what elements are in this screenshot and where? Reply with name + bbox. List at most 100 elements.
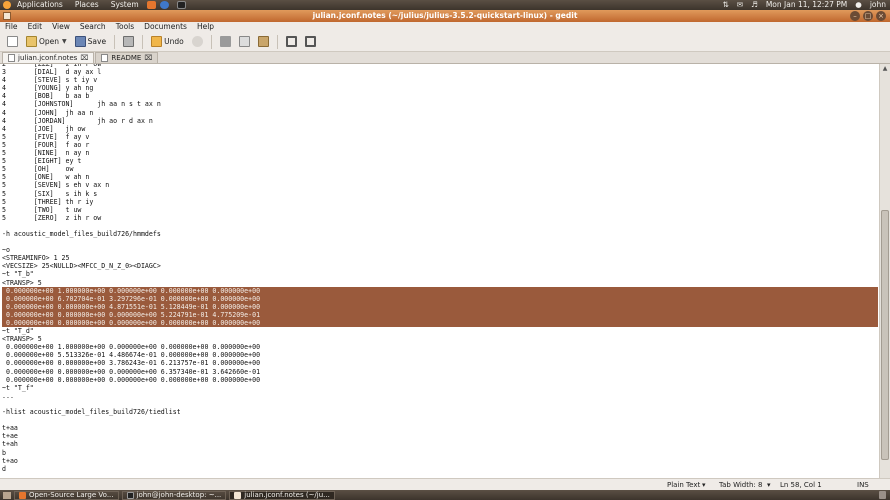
menu-view[interactable]: View — [47, 22, 75, 32]
scrollbar-thumb[interactable] — [881, 210, 889, 460]
editor-line[interactable]: -hlist acoustic_model_files_build726/tie… — [2, 408, 878, 416]
editor-line[interactable]: t+aa — [2, 424, 878, 432]
editor-line[interactable] — [2, 222, 878, 230]
editor-line[interactable] — [2, 416, 878, 424]
editor-line[interactable]: 4 [JORDAN] jh ao r d ax n — [2, 117, 878, 125]
menu-edit[interactable]: Edit — [23, 22, 48, 32]
scroll-up-icon[interactable]: ▲ — [880, 64, 890, 74]
menu-search[interactable]: Search — [75, 22, 111, 32]
editor-line[interactable]: ... — [2, 392, 878, 400]
editor-line[interactable]: ~t "T_d" — [2, 327, 878, 335]
menu-tools[interactable]: Tools — [111, 22, 139, 32]
new-button[interactable] — [3, 34, 22, 50]
vertical-scrollbar[interactable]: ▲ — [879, 64, 890, 478]
editor-line[interactable]: <STREAMINFO> 1 25 — [2, 254, 878, 262]
taskbar-item-browser[interactable]: Open-Source Large Vo... — [14, 490, 119, 500]
editor-line[interactable]: 0.000000e+00 0.000000e+00 0.000000e+00 6… — [2, 368, 878, 376]
editor-line[interactable]: b — [2, 449, 878, 457]
editor-line[interactable]: 5 [SIX] s ih k s — [2, 190, 878, 198]
editor-line-selected[interactable]: 0.000000e+00 0.000000e+00 4.871551e-01 5… — [2, 302, 878, 311]
editor-line[interactable]: <VECSIZE> 25<NULLD><MFCC_D_N_Z_0><DIAGC> — [2, 262, 878, 270]
editor-line[interactable]: 5 [ONE] w ah n — [2, 173, 878, 181]
print-button[interactable] — [119, 34, 138, 50]
editor-line[interactable]: 0.000000e+00 5.513326e-01 4.486674e-01 0… — [2, 351, 878, 359]
menu-help[interactable]: Help — [192, 22, 219, 32]
editor-line[interactable]: 4 [BOB] b aa b — [2, 92, 878, 100]
close-button[interactable]: × — [876, 11, 886, 21]
text-editor[interactable]: 2 [ZZZ] z ih r ow 3 [DIAL] d ay ax l4 [ST… — [0, 64, 879, 478]
editor-line[interactable]: t+ao — [2, 457, 878, 465]
undo-button[interactable]: Undo — [147, 34, 188, 50]
editor-line-selected[interactable]: 0.000000e+00 6.702704e-01 3.297296e-01 0… — [2, 294, 878, 303]
editor-line[interactable]: ~t "T_b" — [2, 270, 878, 278]
open-button[interactable]: Open ▼ — [22, 34, 71, 50]
editor-line[interactable]: -h acoustic_model_files_build726/hmmdefs — [2, 230, 878, 238]
editor-line[interactable]: 5 [NINE] n ay n — [2, 149, 878, 157]
save-button[interactable]: Save — [71, 34, 110, 50]
editor-line[interactable]: 5 [FOUR] f ao r — [2, 141, 878, 149]
editor-line[interactable]: 5 [TWO] t uw — [2, 206, 878, 214]
editor-line[interactable]: 5 [ZERO] z ih r ow — [2, 214, 878, 222]
cut-button[interactable] — [216, 34, 235, 50]
editor-line-selected[interactable]: 0.000000e+00 0.000000e+00 0.000000e+00 0… — [2, 319, 878, 328]
trash-icon[interactable] — [879, 491, 886, 499]
clock[interactable]: Mon Jan 11, 12:27 PM — [762, 0, 851, 10]
editor-line[interactable]: 4 [STEVE] s t iy v — [2, 76, 878, 84]
editor-line[interactable]: 4 [JOHN] jh aa n — [2, 109, 878, 117]
editor-line[interactable]: 4 [YOUNG] y ah ng — [2, 84, 878, 92]
editor-line[interactable]: ~o — [2, 246, 878, 254]
close-tab-icon[interactable]: ⌧ — [80, 54, 88, 62]
applications-menu[interactable]: Applications — [11, 0, 69, 10]
editor-line[interactable] — [2, 238, 878, 246]
tab-readme[interactable]: README ⌧ — [95, 52, 159, 63]
editor-content[interactable]: 2 [ZZZ] z ih r ow 3 [DIAL] d ay ax l4 [ST… — [2, 64, 878, 473]
tab-julian-jconf-notes[interactable]: julian.jconf.notes ⌧ — [2, 52, 95, 63]
system-menu[interactable]: System — [105, 0, 145, 10]
editor-line[interactable]: 5 [FIVE] f ay v — [2, 133, 878, 141]
editor-line[interactable]: t+ae — [2, 432, 878, 440]
find-replace-button[interactable] — [301, 34, 320, 50]
terminal-launcher-icon[interactable] — [176, 1, 186, 9]
editor-line[interactable]: 4 [JOE] jh ow — [2, 125, 878, 133]
paste-button[interactable] — [254, 34, 273, 50]
editor-line[interactable]: <TRANSP> 5 — [2, 279, 878, 287]
volume-icon[interactable]: ♬ — [747, 0, 762, 10]
menu-file[interactable]: File — [0, 22, 23, 32]
redo-button[interactable] — [188, 34, 207, 50]
editor-line[interactable]: 0.000000e+00 0.000000e+00 0.000000e+00 0… — [2, 376, 878, 384]
maximize-button[interactable]: □ — [863, 11, 873, 21]
editor-line[interactable]: ~t "T_f" — [2, 384, 878, 392]
mail-icon[interactable]: ✉ — [733, 0, 747, 10]
taskbar-item-gedit[interactable]: julian.jconf.notes (~/ju... — [229, 490, 335, 500]
editor-line[interactable]: 5 [EIGHT] ey t — [2, 157, 878, 165]
editor-line[interactable]: 0.000000e+00 1.000000e+00 0.000000e+00 0… — [2, 343, 878, 351]
gnome-foot-icon[interactable] — [3, 1, 11, 9]
copy-button[interactable] — [235, 34, 254, 50]
help-launcher-icon[interactable] — [159, 1, 169, 9]
editor-line[interactable]: 0.000000e+00 0.000000e+00 3.786243e-01 6… — [2, 359, 878, 367]
window-title-bar[interactable]: julian.jconf.notes (~/julius/julius-3.5.… — [0, 10, 890, 22]
chevron-down-icon[interactable]: ▼ — [62, 38, 67, 45]
editor-line[interactable]: d — [2, 465, 878, 473]
editor-line-selected[interactable]: 0.000000e+00 1.000000e+00 0.000000e+00 0… — [2, 286, 878, 295]
editor-line[interactable]: t+ah — [2, 440, 878, 448]
editor-line[interactable]: <TRANSP> 5 — [2, 335, 878, 343]
editor-line[interactable]: 5 [THREE] th r iy — [2, 198, 878, 206]
editor-line[interactable]: 4 [JOHNSTON] jh aa n s t ax n — [2, 100, 878, 108]
editor-line[interactable]: 5 [OH] ow — [2, 165, 878, 173]
editor-line-selected[interactable]: 0.000000e+00 0.000000e+00 0.000000e+00 5… — [2, 310, 878, 319]
find-button[interactable] — [282, 34, 301, 50]
close-tab-icon[interactable]: ⌧ — [144, 54, 152, 62]
editor-line[interactable]: 5 [SEVEN] s eh v ax n — [2, 181, 878, 189]
taskbar-item-terminal[interactable]: john@john-desktop: ~... — [121, 490, 227, 500]
user-name[interactable]: john — [866, 0, 890, 10]
network-icon[interactable]: ⇅ — [718, 0, 732, 10]
show-desktop-icon[interactable] — [3, 491, 11, 499]
user-icon[interactable]: ● — [851, 0, 866, 10]
editor-line[interactable]: 3 [DIAL] d ay ax l — [2, 68, 878, 76]
editor-line[interactable] — [2, 400, 878, 408]
firefox-launcher-icon[interactable] — [146, 1, 156, 9]
menu-documents[interactable]: Documents — [139, 22, 192, 32]
places-menu[interactable]: Places — [69, 0, 105, 10]
minimize-button[interactable]: – — [850, 11, 860, 21]
